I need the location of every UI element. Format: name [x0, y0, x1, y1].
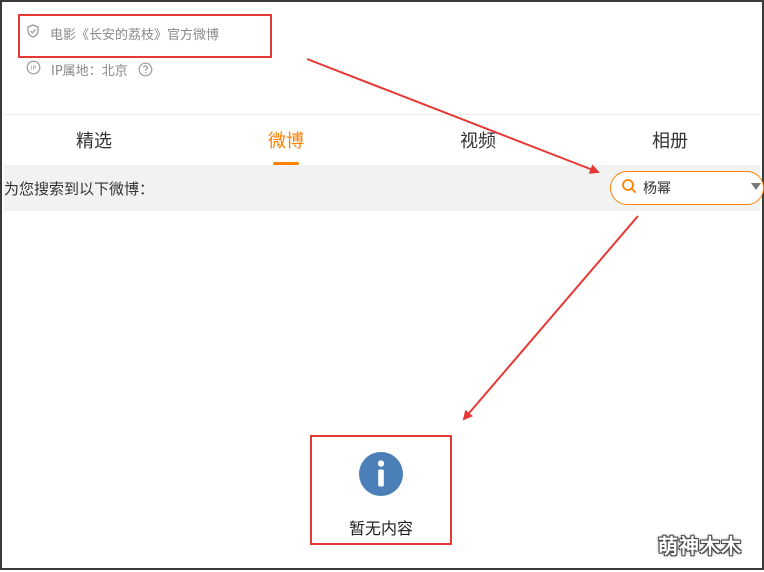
search-toolbar: 为您搜索到以下微博：	[4, 165, 764, 211]
screenshot-frame: 电影《长安的荔枝》官方微博 IP IP属地：北京 精选 微博 视频 相册 为您搜…	[0, 0, 764, 570]
tab-weibo[interactable]: 微博	[238, 115, 334, 165]
ip-location-info: IP IP属地：北京	[26, 58, 153, 80]
tab-label: 精选	[76, 131, 112, 152]
tab-label: 视频	[460, 131, 496, 152]
ip-icon: IP	[26, 60, 41, 79]
empty-state: 暂无内容	[310, 435, 452, 545]
search-input[interactable]	[643, 180, 743, 196]
info-icon	[358, 451, 404, 501]
tab-album[interactable]: 相册	[622, 115, 718, 165]
caret-down-icon[interactable]	[751, 183, 761, 190]
annotation-arrow-to-empty-state	[462, 215, 639, 421]
question-circle-icon[interactable]	[138, 62, 153, 77]
tab-label: 相册	[652, 131, 688, 152]
tab-featured[interactable]: 精选	[46, 115, 142, 165]
profile-tabs: 精选 微博 视频 相册	[4, 115, 760, 165]
svg-text:IP: IP	[31, 65, 37, 72]
search-result-label: 为您搜索到以下微博：	[4, 179, 155, 198]
ip-location-label: IP属地：北京	[51, 63, 128, 79]
empty-state-message: 暂无内容	[348, 519, 413, 538]
verified-info: 电影《长安的荔枝》官方微博	[26, 22, 219, 44]
tab-label: 微博	[268, 131, 304, 152]
search-box[interactable]	[610, 171, 764, 205]
search-icon[interactable]	[621, 178, 637, 198]
shield-check-icon	[26, 24, 40, 42]
watermark: 萌神木木	[658, 534, 742, 558]
tab-video[interactable]: 视频	[430, 115, 526, 165]
verified-label: 电影《长安的荔枝》官方微博	[50, 27, 220, 43]
